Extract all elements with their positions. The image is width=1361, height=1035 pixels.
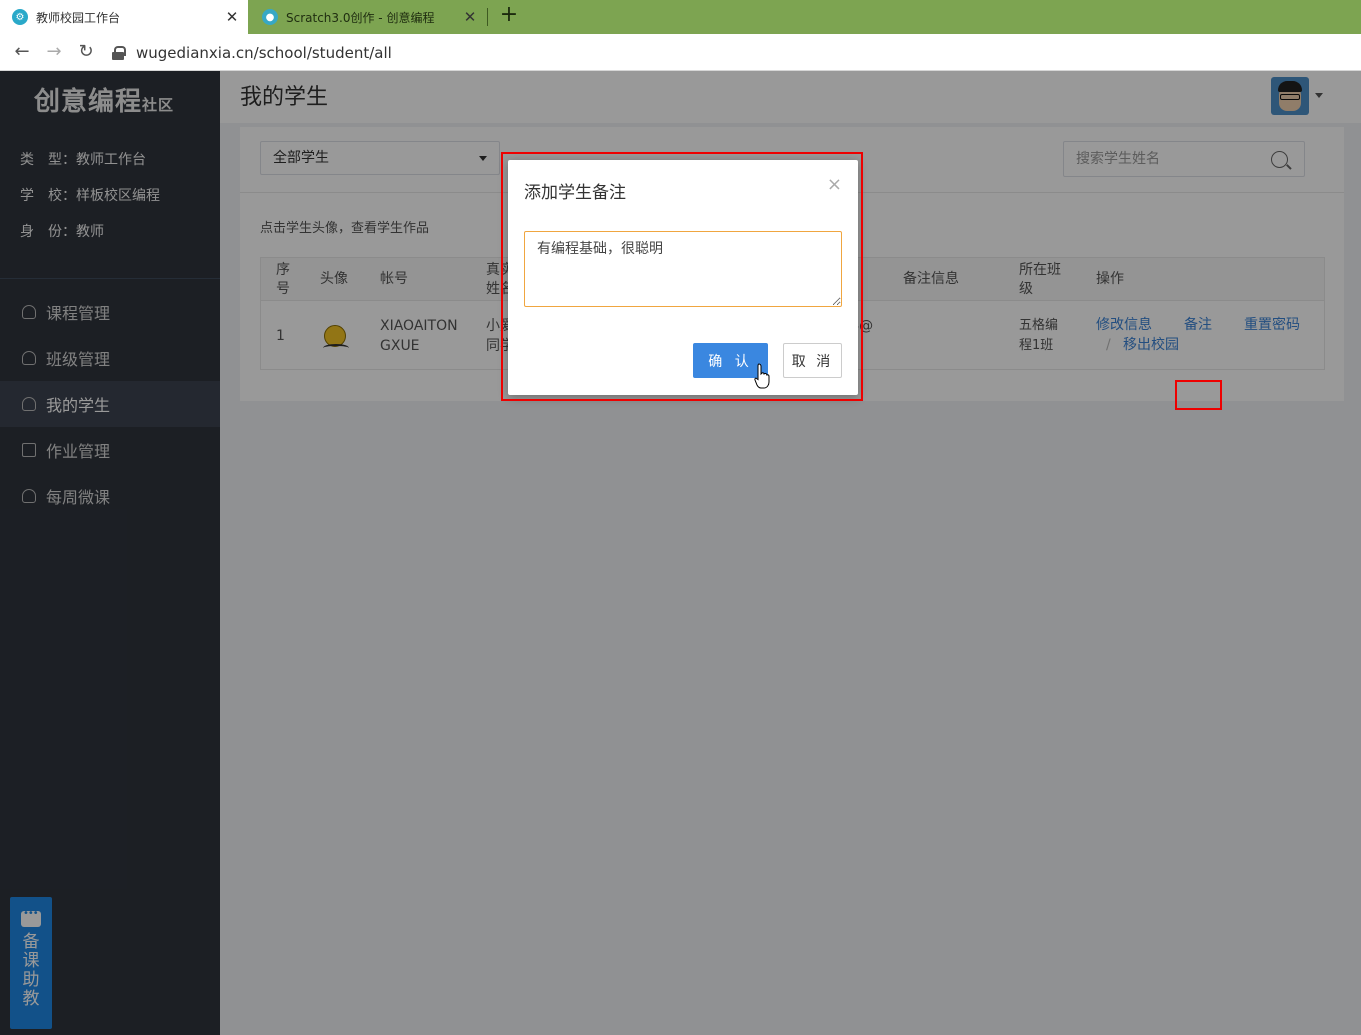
gear-favicon-icon: ⚙ [12,9,28,25]
tab-divider [487,8,488,26]
note-textarea[interactable] [524,231,842,307]
tab-title: 教师校园工作台 [36,10,121,25]
tab-title: Scratch3.0创作 - 创意编程 [286,10,435,25]
browser-tab-bar: ⚙ 教师校园工作台 ✕ ● Scratch3.0创作 - 创意编程 ✕ + [0,0,1361,34]
close-icon[interactable]: × [827,174,842,195]
hand-cursor-icon [754,363,770,389]
address-bar: ← → ↻ wugedianxia.cn/school/student/all [0,34,1361,71]
dialog-title: 添加学生备注 [524,183,626,203]
add-note-dialog: 添加学生备注 × 确 认 取 消 [508,160,858,395]
tab-close-icon[interactable]: ✕ [460,8,480,26]
cancel-button[interactable]: 取 消 [783,343,842,378]
browser-tab-teacher[interactable]: ⚙ 教师校园工作台 ✕ [0,0,248,34]
browser-tab-scratch[interactable]: ● Scratch3.0创作 - 创意编程 ✕ [250,0,486,34]
reload-icon[interactable]: ↻ [74,40,98,64]
tab-close-icon[interactable]: ✕ [222,8,242,26]
url-text: wugedianxia.cn/school/student/all [136,43,392,62]
scratch-favicon-icon: ● [262,9,278,25]
url-field[interactable]: wugedianxia.cn/school/student/all [112,38,1361,67]
forward-icon[interactable]: → [42,40,66,64]
new-tab-icon[interactable]: + [497,4,521,28]
lock-icon [112,45,126,60]
back-icon[interactable]: ← [10,40,34,64]
